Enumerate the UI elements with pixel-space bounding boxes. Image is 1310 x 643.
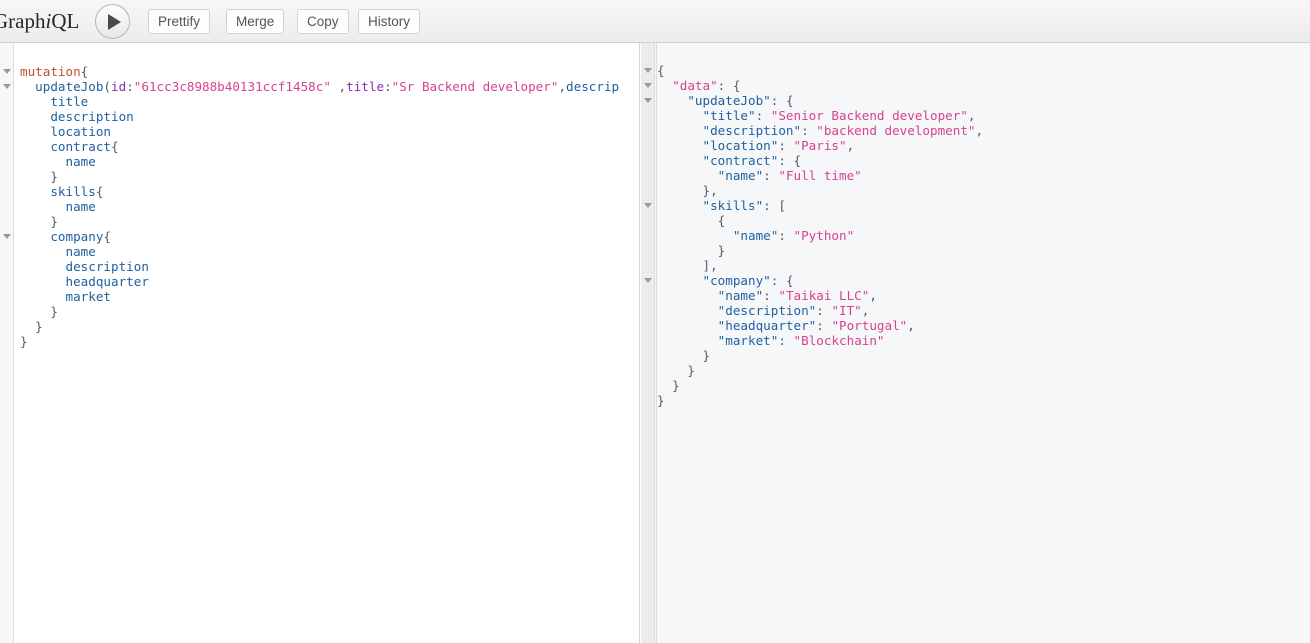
response-code: { "data": { "updateJob": { "title": "Sen… xyxy=(657,63,983,408)
fold-arrow-icon[interactable] xyxy=(3,84,11,89)
code-line: mutation{ xyxy=(20,64,89,79)
code-line: "description": "backend development", xyxy=(702,123,984,138)
code-line: "company": { xyxy=(702,273,794,288)
history-button[interactable]: History xyxy=(358,9,421,34)
code-line: } xyxy=(657,393,665,408)
graphiql-logo: GraphiQL xyxy=(0,9,79,34)
code-line: ], xyxy=(702,258,718,273)
code-line: "market": "Blockchain" xyxy=(717,333,885,348)
code-line: } xyxy=(50,169,58,184)
code-line: "skills": [ xyxy=(702,198,786,213)
code-line: "name": "Full time" xyxy=(717,168,862,183)
copy-button[interactable]: Copy xyxy=(297,9,349,34)
code-line: skills{ xyxy=(50,184,104,199)
code-line: location xyxy=(50,124,112,139)
code-line: { xyxy=(717,213,726,228)
graphiql-app: GraphiQL Prettify Merge Copy History mut… xyxy=(0,0,1310,643)
logo-prefix: Graph xyxy=(0,9,46,33)
code-line: name xyxy=(65,199,96,214)
code-line: "data": { xyxy=(672,78,741,93)
code-line: description xyxy=(65,259,149,274)
code-line: "updateJob": { xyxy=(687,93,794,108)
code-line: } xyxy=(672,378,680,393)
play-icon xyxy=(108,14,121,30)
code-line: contract{ xyxy=(50,139,119,154)
code-line: { xyxy=(657,63,665,78)
code-line: "title": "Senior Backend developer", xyxy=(702,108,976,123)
response-pane[interactable]: { "data": { "updateJob": { "title": "Sen… xyxy=(641,43,1310,643)
code-line: headquarter xyxy=(65,274,149,289)
fold-arrow-icon[interactable] xyxy=(644,278,652,283)
code-line: } xyxy=(702,348,711,363)
code-line: title xyxy=(50,94,89,109)
code-line: "location": "Paris", xyxy=(702,138,855,153)
fold-arrow-icon[interactable] xyxy=(644,203,652,208)
editor-panes: mutation{ updateJob(id:"61cc3c8988b40131… xyxy=(0,43,1310,643)
code-line: } xyxy=(50,214,58,229)
fold-arrow-icon[interactable] xyxy=(3,234,11,239)
logo-suffix: QL xyxy=(51,9,80,33)
query-editor-pane[interactable]: mutation{ updateJob(id:"61cc3c8988b40131… xyxy=(0,43,640,643)
code-line: } xyxy=(687,363,695,378)
code-line: market xyxy=(65,289,112,304)
code-line: "name": "Python" xyxy=(732,228,855,243)
fold-arrow-icon[interactable] xyxy=(644,83,652,88)
code-line: "name": "Taikai LLC", xyxy=(717,288,877,303)
code-line: } xyxy=(50,304,58,319)
response-fold-gutter[interactable] xyxy=(641,43,655,643)
code-line: updateJob(id:"61cc3c8988b40131ccf1458c" … xyxy=(35,79,620,94)
execute-query-button[interactable] xyxy=(95,4,130,39)
code-line: }, xyxy=(702,183,718,198)
code-line: } xyxy=(35,319,43,334)
code-line: name xyxy=(65,154,96,169)
fold-arrow-icon[interactable] xyxy=(644,98,652,103)
query-code[interactable]: mutation{ updateJob(id:"61cc3c8988b40131… xyxy=(20,64,619,349)
code-line: } xyxy=(717,243,726,258)
query-fold-gutter[interactable] xyxy=(0,43,14,643)
code-line: "contract": { xyxy=(702,153,802,168)
code-line: name xyxy=(65,244,96,259)
fold-arrow-icon[interactable] xyxy=(3,69,11,74)
code-line: company{ xyxy=(50,229,112,244)
fold-arrow-icon[interactable] xyxy=(644,68,652,73)
code-line: "description": "IT", xyxy=(717,303,870,318)
merge-button[interactable]: Merge xyxy=(226,9,285,34)
code-line: "headquarter": "Portugal", xyxy=(717,318,915,333)
prettify-button[interactable]: Prettify xyxy=(148,9,211,34)
code-line: description xyxy=(50,109,134,124)
code-line: } xyxy=(20,334,28,349)
toolbar: GraphiQL Prettify Merge Copy History xyxy=(0,0,1310,43)
